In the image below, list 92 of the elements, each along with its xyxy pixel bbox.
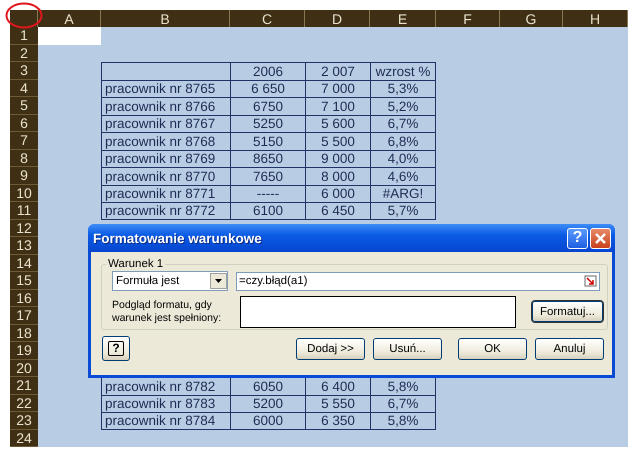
row-header[interactable]: 3 [10, 62, 38, 80]
table-cell: pracownik nr 8767 [101, 114, 230, 132]
dialog-button[interactable]: OK [458, 338, 527, 360]
table-cell: ----- [230, 184, 305, 202]
column-header[interactable]: C [230, 10, 305, 27]
table-cell: 6 450 [305, 202, 370, 220]
row-header[interactable]: 19 [10, 342, 38, 360]
row-header[interactable]: 2 [10, 44, 38, 62]
table-cell: 5200 [230, 394, 305, 412]
active-cell[interactable] [38, 27, 101, 44]
table-cell: 6 650 [230, 80, 305, 97]
column-header[interactable]: H [563, 10, 628, 27]
close-button[interactable] [590, 228, 611, 248]
row-header[interactable]: 14 [10, 254, 38, 272]
table-cell: 9 000 [305, 150, 370, 167]
row-header[interactable]: 23 [10, 412, 38, 430]
row-header[interactable]: 9 [10, 167, 38, 184]
table-cell: pracownik nr 8770 [101, 167, 230, 184]
table-cell: wzrost % [370, 62, 436, 80]
table-cell: 6,7% [370, 114, 436, 132]
table-cell: 4,6% [370, 167, 436, 184]
formula-field[interactable]: =czy.błąd(a1) [236, 272, 600, 290]
table-cell: 5150 [230, 132, 305, 150]
table-cell: 8 000 [305, 167, 370, 184]
row-header[interactable]: 7 [10, 132, 38, 150]
table-cell: 6,8% [370, 132, 436, 150]
preview-label: Podgląd formatu, gdy warunek jest spełniony: [112, 299, 222, 325]
column-header[interactable]: F [436, 10, 500, 27]
column-header[interactable]: B [101, 10, 230, 27]
annotation-circle [5, 2, 43, 29]
table-cell: 5 500 [305, 132, 370, 150]
table-cell: 6750 [230, 97, 305, 114]
table-cell: pracownik nr 8772 [101, 202, 230, 220]
row-header[interactable]: 5 [10, 97, 38, 114]
table-cell: 6000 [230, 412, 305, 430]
table-cell: #ARG! [370, 184, 436, 202]
row-header[interactable]: 10 [10, 184, 38, 202]
row-header[interactable]: 17 [10, 307, 38, 324]
condition-type-dropdown[interactable]: Formuła jest [112, 271, 228, 291]
row-header[interactable]: 12 [10, 220, 38, 237]
table-cell: 2006 [230, 62, 305, 80]
table-cell: 5 550 [305, 394, 370, 412]
table-cell: 5,7% [370, 202, 436, 220]
dialog-button[interactable]: Usuń... [373, 338, 442, 360]
table-cell: 4,0% [370, 150, 436, 167]
row-header[interactable]: 8 [10, 150, 38, 167]
table-cell: 5,8% [370, 412, 436, 430]
row-header[interactable]: 21 [10, 377, 38, 394]
table-cell: 7650 [230, 167, 305, 184]
table-cell: 7 000 [305, 80, 370, 97]
table-cell: pracownik nr 8766 [101, 97, 230, 114]
assistant-button[interactable]: ? [102, 336, 130, 361]
dialog-button[interactable]: Dodaj >> [296, 338, 365, 360]
row-header[interactable]: 6 [10, 114, 38, 132]
table-cell: pracownik nr 8768 [101, 132, 230, 150]
group-label: Warunek 1 [107, 258, 164, 270]
table-cell: 6 350 [305, 412, 370, 430]
table-cell: 2 007 [305, 62, 370, 80]
column-header[interactable]: D [305, 10, 370, 27]
close-icon [594, 232, 607, 244]
table-cell: 6 000 [305, 184, 370, 202]
column-header[interactable]: A [38, 10, 101, 27]
table-cell: 5,3% [370, 80, 436, 97]
row-header[interactable]: 1 [10, 27, 38, 44]
table-cell: pracownik nr 8769 [101, 150, 230, 167]
table-cell: 6,7% [370, 394, 436, 412]
table-cell: 7 100 [305, 97, 370, 114]
table-cell: 5250 [230, 114, 305, 132]
table-cell: 6100 [230, 202, 305, 220]
caret-icon [210, 273, 227, 289]
window-title: Formatowanie warunkowe [93, 230, 263, 246]
row-header[interactable]: 16 [10, 290, 38, 307]
range-select-icon[interactable] [584, 274, 598, 288]
row-header[interactable]: 11 [10, 202, 38, 220]
row-header[interactable]: 13 [10, 237, 38, 254]
column-header[interactable]: G [500, 10, 563, 27]
column-header[interactable]: E [370, 10, 436, 27]
table-cell: 8650 [230, 150, 305, 167]
table-cell: 5 600 [305, 114, 370, 132]
row-header[interactable]: 15 [10, 272, 38, 290]
dialog-button[interactable]: Anuluj [535, 338, 604, 360]
table-cell: pracownik nr 8771 [101, 184, 230, 202]
table-cell: pracownik nr 8784 [101, 412, 230, 430]
table-cell: pracownik nr 8783 [101, 394, 230, 412]
row-header[interactable]: 20 [10, 360, 38, 377]
table-cell: pracownik nr 8765 [101, 80, 230, 97]
row-header[interactable]: 24 [10, 430, 38, 447]
format-button[interactable]: Formatuj... [532, 301, 603, 322]
row-header[interactable]: 22 [10, 394, 38, 412]
row-header[interactable]: 4 [10, 80, 38, 97]
row-header[interactable]: 18 [10, 324, 38, 342]
table-cell: 5,2% [370, 97, 436, 114]
